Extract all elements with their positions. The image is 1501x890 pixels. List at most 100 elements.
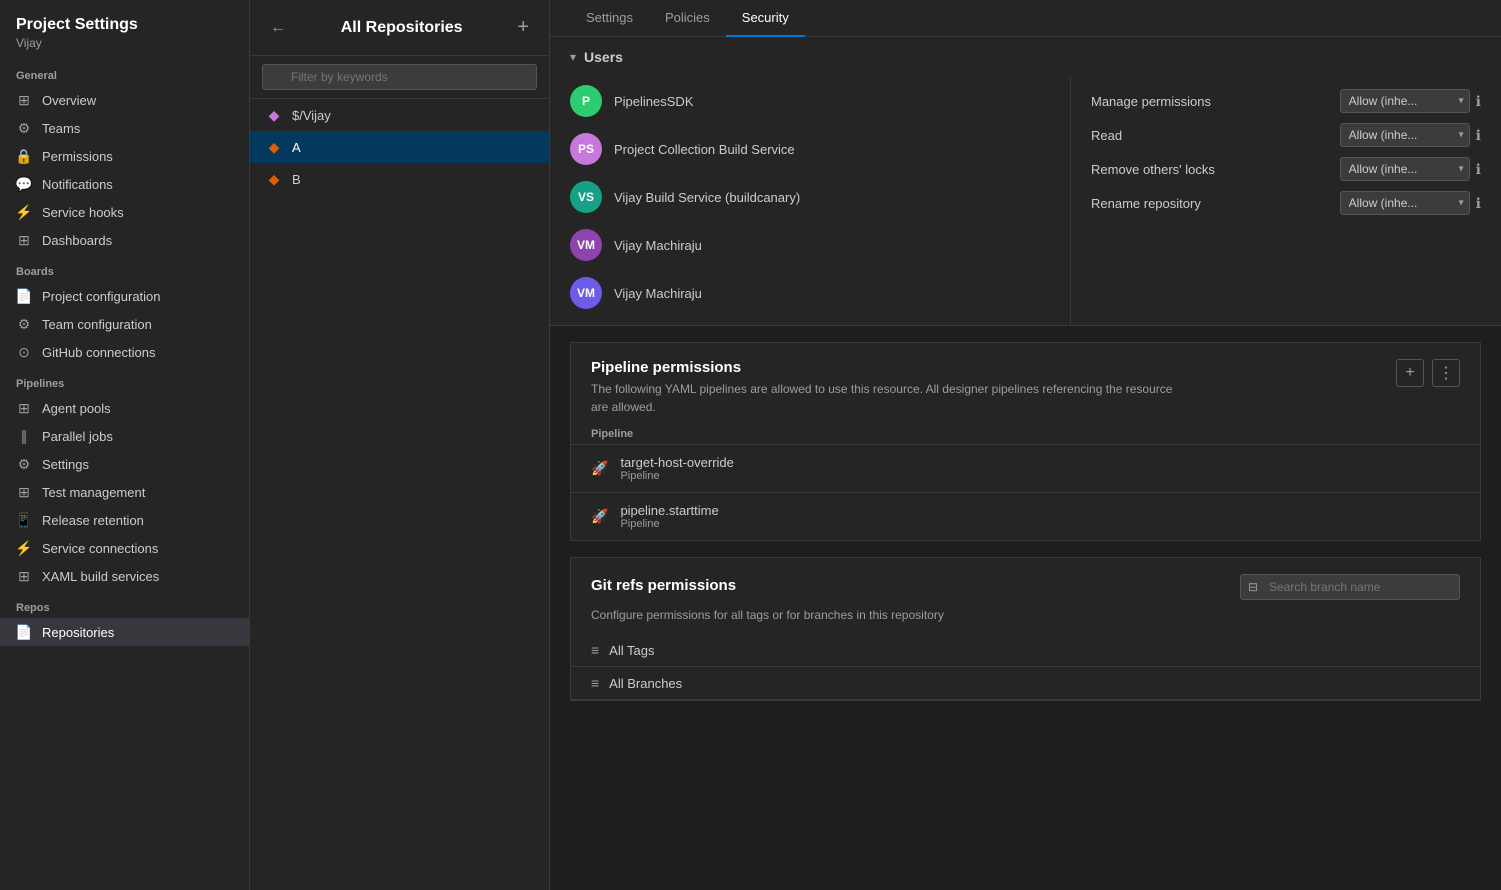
user-item-vijay-1[interactable]: VM Vijay Machiraju bbox=[550, 221, 1070, 269]
user-name-pipelines-sdk: PipelinesSDK bbox=[614, 94, 694, 109]
perm-select-wrap-manage: Allow (inhe... ▾ ℹ bbox=[1340, 89, 1481, 113]
sidebar-item-teams[interactable]: ⚙ Teams bbox=[0, 114, 249, 142]
sidebar-item-project-configuration[interactable]: 📄 Project configuration bbox=[0, 282, 249, 310]
sidebar-item-label: Overview bbox=[42, 93, 96, 108]
users-content: P PipelinesSDK PS Project Collection Bui… bbox=[550, 77, 1501, 325]
pipeline-name-target-host: target-host-override bbox=[620, 455, 733, 470]
repo-icon-slash-vijay: ◆ bbox=[266, 107, 282, 123]
sidebar-item-parallel-jobs[interactable]: ∥ Parallel jobs bbox=[0, 422, 249, 450]
info-icon-read[interactable]: ℹ bbox=[1476, 127, 1481, 144]
perm-select-rename[interactable]: Allow (inhe... bbox=[1340, 191, 1470, 215]
sidebar-item-label: Test management bbox=[42, 485, 145, 500]
service-hooks-icon: ⚡ bbox=[16, 204, 32, 220]
search-icon: ⊟ bbox=[1248, 580, 1258, 594]
user-name-vijay-build: Vijay Build Service (buildcanary) bbox=[614, 190, 800, 205]
main-content: Settings Policies Security ▾ Users P Pip… bbox=[550, 0, 1501, 890]
perm-label-remove-locks: Remove others' locks bbox=[1091, 162, 1340, 177]
teams-icon: ⚙ bbox=[16, 120, 32, 136]
project-config-icon: 📄 bbox=[16, 288, 32, 304]
perm-select-locks[interactable]: Allow (inhe... bbox=[1340, 157, 1470, 181]
sidebar-item-label: Release retention bbox=[42, 513, 144, 528]
pipeline-item-info: target-host-override Pipeline bbox=[620, 455, 733, 482]
perm-row-read: Read Allow (inhe... ▾ ℹ bbox=[1091, 123, 1481, 147]
parallel-jobs-icon: ∥ bbox=[16, 428, 32, 444]
repo-icon-a: ◆ bbox=[266, 139, 282, 155]
select-wrap-locks: Allow (inhe... ▾ bbox=[1340, 157, 1470, 181]
perm-select-read[interactable]: Allow (inhe... bbox=[1340, 123, 1470, 147]
perm-select-manage[interactable]: Allow (inhe... bbox=[1340, 89, 1470, 113]
perm-select-wrap-locks: Allow (inhe... ▾ ℹ bbox=[1340, 157, 1481, 181]
sidebar-item-release-retention[interactable]: 📱 Release retention bbox=[0, 506, 249, 534]
git-refs-search-wrap: ⊟ bbox=[1240, 574, 1460, 600]
pipeline-name-starttime: pipeline.starttime bbox=[620, 503, 718, 518]
sidebar-item-agent-pools[interactable]: ⊞ Agent pools bbox=[0, 394, 249, 422]
lock-icon: 🔒 bbox=[16, 148, 32, 164]
sidebar-item-label: Settings bbox=[42, 457, 89, 472]
info-icon-rename[interactable]: ℹ bbox=[1476, 195, 1481, 212]
sidebar-item-settings[interactable]: ⚙ Settings bbox=[0, 450, 249, 478]
app-subtitle: Vijay bbox=[16, 36, 233, 50]
main-tabs: Settings Policies Security bbox=[550, 0, 1501, 37]
chevron-down-icon[interactable]: ▾ bbox=[570, 50, 576, 64]
xaml-icon: ⊞ bbox=[16, 568, 32, 584]
sidebar-item-label: Agent pools bbox=[42, 401, 111, 416]
sidebar-item-repositories[interactable]: 📄 Repositories bbox=[0, 618, 249, 646]
sidebar-item-label: Team configuration bbox=[42, 317, 152, 332]
git-refs-card: Git refs permissions ⊟ Configure permiss… bbox=[570, 557, 1481, 701]
filter-wrap: ⊟ bbox=[262, 64, 537, 90]
overview-icon: ⊞ bbox=[16, 92, 32, 108]
tab-policies[interactable]: Policies bbox=[649, 0, 726, 37]
back-button[interactable]: ← bbox=[266, 17, 290, 39]
search-branch-input[interactable] bbox=[1240, 574, 1460, 600]
pipeline-item-starttime[interactable]: 🚀 pipeline.starttime Pipeline bbox=[571, 493, 1480, 540]
sidebar-item-github-connections[interactable]: ⊙ GitHub connections bbox=[0, 338, 249, 366]
sidebar-item-label: Parallel jobs bbox=[42, 429, 113, 444]
filter-input[interactable] bbox=[262, 64, 537, 90]
tab-security[interactable]: Security bbox=[726, 0, 805, 37]
user-item-project-collection[interactable]: PS Project Collection Build Service bbox=[550, 125, 1070, 173]
sidebar-item-team-configuration[interactable]: ⚙ Team configuration bbox=[0, 310, 249, 338]
pipeline-item-target-host[interactable]: 🚀 target-host-override Pipeline bbox=[571, 445, 1480, 493]
sidebar-item-service-hooks[interactable]: ⚡ Service hooks bbox=[0, 198, 249, 226]
avatar-pipelines-sdk: P bbox=[570, 85, 602, 117]
repo-panel-title: All Repositories bbox=[341, 19, 463, 37]
users-list: P PipelinesSDK PS Project Collection Bui… bbox=[550, 77, 1071, 325]
sidebar-item-overview[interactable]: ⊞ Overview bbox=[0, 86, 249, 114]
sidebar-item-xaml-build[interactable]: ⊞ XAML build services bbox=[0, 562, 249, 590]
users-section: ▾ Users P PipelinesSDK PS Project Collec… bbox=[550, 37, 1501, 326]
git-ref-item-all-branches[interactable]: ≡ All Branches bbox=[571, 667, 1480, 700]
add-repo-button[interactable]: + bbox=[513, 14, 533, 41]
repo-item-b[interactable]: ◆ B bbox=[250, 163, 549, 195]
repo-item-a[interactable]: ◆ A bbox=[250, 131, 549, 163]
git-refs-header: Git refs permissions ⊟ bbox=[571, 558, 1480, 608]
sidebar-item-dashboards[interactable]: ⊞ Dashboards bbox=[0, 226, 249, 254]
git-ref-item-all-tags[interactable]: ≡ All Tags bbox=[571, 634, 1480, 667]
tab-settings[interactable]: Settings bbox=[570, 0, 649, 37]
repo-icon-b: ◆ bbox=[266, 171, 282, 187]
more-options-button[interactable]: ⋮ bbox=[1432, 359, 1460, 387]
perm-label-read: Read bbox=[1091, 128, 1340, 143]
sidebar-item-notifications[interactable]: 💬 Notifications bbox=[0, 170, 249, 198]
git-ref-label-all-tags: All Tags bbox=[609, 643, 654, 658]
sidebar-section-boards: Boards bbox=[0, 254, 249, 282]
repo-item-slash-vijay[interactable]: ◆ $/Vijay bbox=[250, 99, 549, 131]
repo-item-label: $/Vijay bbox=[292, 108, 331, 123]
release-retention-icon: 📱 bbox=[16, 512, 32, 528]
user-item-vijay-build[interactable]: VS Vijay Build Service (buildcanary) bbox=[550, 173, 1070, 221]
pipeline-type-starttime: Pipeline bbox=[620, 518, 718, 530]
settings-icon: ⚙ bbox=[16, 456, 32, 472]
select-wrap-read: Allow (inhe... ▾ bbox=[1340, 123, 1470, 147]
repo-panel: ← All Repositories + ⊟ ◆ $/Vijay ◆ A ◆ B bbox=[250, 0, 550, 890]
sidebar-item-label: GitHub connections bbox=[42, 345, 155, 360]
add-pipeline-button[interactable]: + bbox=[1396, 359, 1424, 387]
info-icon-manage[interactable]: ℹ bbox=[1476, 93, 1481, 110]
user-item-vijay-2[interactable]: VM Vijay Machiraju bbox=[550, 269, 1070, 317]
sidebar-item-service-connections[interactable]: ⚡ Service connections bbox=[0, 534, 249, 562]
perm-select-wrap-read: Allow (inhe... ▾ ℹ bbox=[1340, 123, 1481, 147]
user-item-pipelines-sdk[interactable]: P PipelinesSDK bbox=[550, 77, 1070, 125]
pipeline-permissions-card: Pipeline permissions The following YAML … bbox=[570, 342, 1481, 541]
sidebar-item-permissions[interactable]: 🔒 Permissions bbox=[0, 142, 249, 170]
info-icon-locks[interactable]: ℹ bbox=[1476, 161, 1481, 178]
sidebar-item-test-management[interactable]: ⊞ Test management bbox=[0, 478, 249, 506]
team-config-icon: ⚙ bbox=[16, 316, 32, 332]
